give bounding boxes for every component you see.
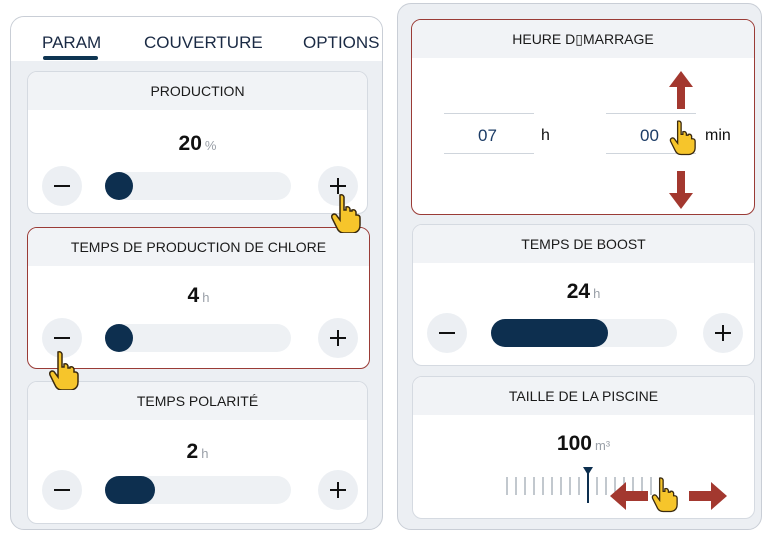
plus-icon bbox=[330, 482, 346, 498]
minus-icon bbox=[54, 489, 70, 491]
chlorine-time-value-row: 4h bbox=[28, 284, 369, 308]
production-value: 20 bbox=[178, 132, 202, 155]
tab-couverture[interactable]: COUVERTURE bbox=[144, 33, 263, 53]
chlorine-time-slider-fill bbox=[105, 324, 133, 352]
chlorine-time-value: 4 bbox=[187, 284, 200, 307]
pool-size-title: TAILLE DE LA PISCINE bbox=[413, 377, 754, 415]
boost-time-slider[interactable] bbox=[491, 319, 677, 347]
minute-divider-top bbox=[606, 113, 696, 114]
pointing-hand-icon bbox=[49, 351, 79, 390]
minus-icon bbox=[54, 185, 70, 187]
chlorine-time-title: TEMPS DE PRODUCTION DE CHLORE bbox=[28, 228, 369, 266]
minute-unit: min bbox=[705, 127, 731, 144]
start-time-title: HEURE D▯MARRAGE bbox=[412, 20, 754, 58]
scroll-up-arrow-icon bbox=[669, 71, 693, 109]
pool-size-card: TAILLE DE LA PISCINE 100 m³ bbox=[412, 376, 755, 519]
production-slider[interactable] bbox=[105, 172, 291, 200]
boost-time-card: TEMPS DE BOOST 24 h bbox=[412, 224, 755, 366]
production-card: PRODUCTION 20% bbox=[27, 71, 368, 214]
scroll-down-arrow-icon bbox=[669, 171, 693, 209]
active-tab-indicator bbox=[43, 56, 98, 60]
boost-time-plus-button[interactable] bbox=[703, 313, 743, 353]
minute-picker-value[interactable]: 00 bbox=[640, 126, 659, 146]
boost-time-value: 24 bbox=[566, 280, 591, 303]
params-panel: PARAM COUVERTURE OPTIONS PRODUCTION 20% … bbox=[10, 16, 383, 530]
minus-icon bbox=[54, 337, 70, 339]
minus-icon bbox=[439, 332, 455, 334]
pool-size-value: 100 bbox=[556, 432, 592, 455]
polarity-time-card: TEMPS POLARITÉ 2h bbox=[27, 381, 368, 524]
scroll-right-arrow-icon bbox=[689, 482, 727, 510]
hour-picker-value[interactable]: 07 bbox=[478, 126, 497, 146]
boost-time-slider-fill bbox=[491, 319, 609, 347]
plus-icon bbox=[330, 330, 346, 346]
production-value-row: 20% bbox=[28, 132, 367, 156]
polarity-time-plus-button[interactable] bbox=[318, 470, 358, 510]
pool-size-unit: m³ bbox=[594, 438, 611, 453]
pointing-hand-icon bbox=[669, 120, 696, 156]
timers-panel: HEURE D▯MARRAGE 07 h 00 min TEMPS DE BOO… bbox=[397, 3, 762, 530]
hour-unit: h bbox=[541, 127, 550, 144]
chlorine-time-card: TEMPS DE PRODUCTION DE CHLORE 4h bbox=[27, 227, 370, 369]
chlorine-time-unit: h bbox=[202, 290, 210, 305]
polarity-time-slider-fill bbox=[105, 476, 156, 504]
plus-icon bbox=[715, 325, 731, 341]
polarity-time-slider[interactable] bbox=[105, 476, 291, 504]
pointing-hand-icon bbox=[651, 477, 678, 513]
pool-size-value-row: 100 m³ bbox=[413, 432, 754, 456]
scroll-left-arrow-icon bbox=[610, 482, 648, 510]
polarity-time-unit: h bbox=[201, 446, 209, 461]
pointing-hand-icon bbox=[331, 194, 361, 233]
polarity-time-value-row: 2h bbox=[28, 440, 367, 464]
hour-divider-bottom bbox=[444, 153, 534, 154]
polarity-time-minus-button[interactable] bbox=[42, 470, 82, 510]
chlorine-time-slider[interactable] bbox=[105, 324, 291, 352]
production-unit: % bbox=[204, 138, 217, 153]
tab-param[interactable]: PARAM bbox=[42, 33, 101, 53]
boost-time-minus-button[interactable] bbox=[427, 313, 467, 353]
tab-bar: PARAM COUVERTURE OPTIONS bbox=[11, 17, 382, 61]
boost-time-title: TEMPS DE BOOST bbox=[413, 225, 754, 263]
start-time-card: HEURE D▯MARRAGE 07 h 00 min bbox=[411, 19, 755, 215]
hour-divider-top bbox=[444, 113, 534, 114]
polarity-time-value: 2 bbox=[186, 440, 199, 463]
production-title: PRODUCTION bbox=[28, 72, 367, 110]
chlorine-time-plus-button[interactable] bbox=[318, 318, 358, 358]
production-minus-button[interactable] bbox=[42, 166, 82, 206]
tab-options[interactable]: OPTIONS bbox=[303, 33, 380, 53]
boost-time-unit: h bbox=[593, 286, 601, 301]
boost-time-value-row: 24 h bbox=[413, 280, 754, 304]
production-slider-fill bbox=[105, 172, 133, 200]
